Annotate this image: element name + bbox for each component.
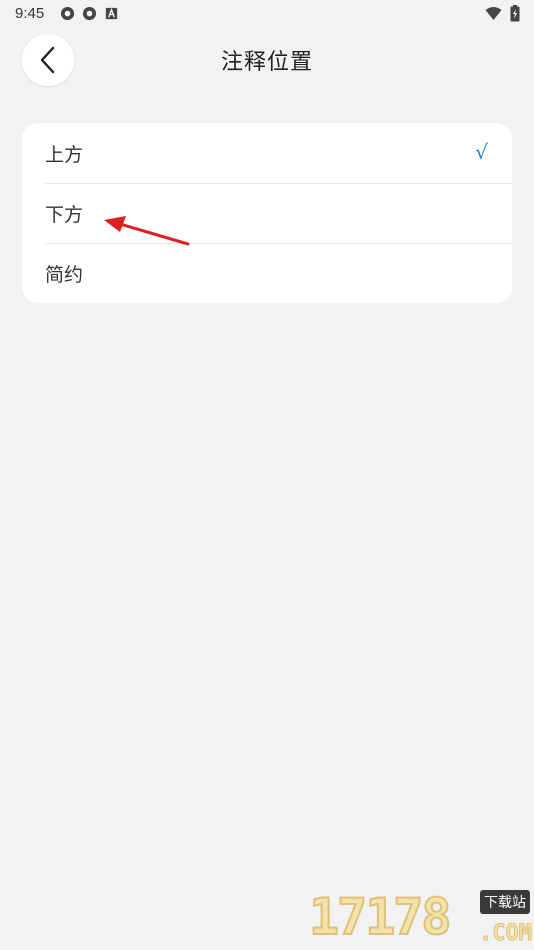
annotation-arrow-icon: [104, 216, 190, 246]
system-icons: [485, 5, 520, 22]
app-notification-icon: [60, 6, 75, 21]
page-title: 注释位置: [220, 50, 313, 75]
check-icon: √: [475, 140, 488, 164]
option-label: 下方: [45, 203, 84, 226]
status-bar: 9:45: [0, 0, 534, 28]
site-watermark: 17178 下载站 .COM: [308, 887, 534, 950]
battery-icon: [510, 5, 520, 22]
status-time: 9:45: [15, 5, 45, 22]
font-notification-icon: [105, 7, 118, 20]
app-notification-icon: [82, 6, 97, 21]
option-above[interactable]: 上方 √: [22, 123, 512, 183]
watermark-badge: 下载站: [480, 890, 530, 914]
wifi-icon: [485, 6, 502, 20]
option-label: 上方: [45, 143, 84, 166]
position-options-list: 上方 √ 下方 简约: [22, 123, 512, 303]
option-below[interactable]: 下方: [22, 183, 512, 243]
option-simple[interactable]: 简约: [22, 243, 512, 303]
option-label: 简约: [45, 263, 84, 286]
notification-icons: [60, 6, 119, 21]
watermark-suffix: .COM: [479, 921, 533, 947]
watermark-number: 17178: [308, 887, 453, 947]
